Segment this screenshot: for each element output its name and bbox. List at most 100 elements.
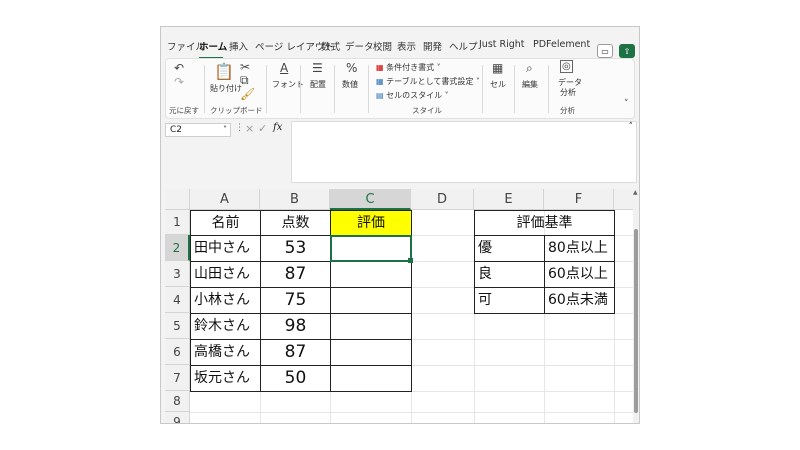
table-header-grade[interactable]: 評価 <box>330 210 412 236</box>
table-header-name[interactable]: 名前 <box>190 210 261 236</box>
tab-formulas[interactable]: 数式 <box>321 39 340 53</box>
share-icon[interactable]: ⇧ <box>619 44 635 58</box>
cell-style-label: セルのスタイル <box>386 91 443 100</box>
formula-input[interactable]: ˄ <box>291 121 637 183</box>
paste-icon[interactable]: 📋 <box>214 62 234 81</box>
confirm-icon[interactable]: ✓ <box>258 122 267 135</box>
row-header-7[interactable]: 7 <box>165 365 190 391</box>
analysis-group-label: 分析 <box>560 106 575 115</box>
data-analysis-label-2[interactable]: 分析 <box>560 87 576 98</box>
undo-icon[interactable]: ↶ <box>174 61 184 75</box>
format-painter-icon[interactable]: 🖌 <box>240 87 255 101</box>
comment-icon[interactable]: ▭ <box>597 44 613 58</box>
format-as-table-button[interactable]: ▦ テーブルとして書式設定 ˅ <box>376 76 480 87</box>
name-box[interactable]: C2 ˅ <box>165 123 231 137</box>
style-group-label: スタイル <box>412 106 442 115</box>
scrollbar-thumb[interactable] <box>634 229 638 413</box>
cell-name[interactable]: 田中さん <box>190 235 261 262</box>
percent-icon[interactable]: % <box>346 61 357 75</box>
cell-grade[interactable] <box>330 261 412 288</box>
insert-function-icon[interactable]: fx <box>273 122 282 133</box>
chevron-down-icon[interactable]: ˅ <box>223 124 227 136</box>
cell-score[interactable]: 53 <box>260 235 331 262</box>
cell-style-button[interactable]: ▤ セルのスタイル ˅ <box>376 90 449 101</box>
cell-grade[interactable] <box>330 287 412 314</box>
col-header-b[interactable]: B <box>260 189 330 210</box>
criteria-rule[interactable]: 60点以上 <box>544 261 615 288</box>
criteria-rule[interactable]: 60点未満 <box>544 287 615 314</box>
font-icon[interactable]: A <box>280 61 288 75</box>
cell-score[interactable]: 87 <box>260 339 331 366</box>
table-header-score[interactable]: 点数 <box>260 210 331 236</box>
cell-name[interactable]: 坂元さん <box>190 365 261 392</box>
paste-button[interactable]: 貼り付け <box>210 83 242 94</box>
col-header-f[interactable]: F <box>544 189 614 210</box>
cancel-icon[interactable]: × <box>245 122 254 135</box>
cell-score[interactable]: 75 <box>260 287 331 314</box>
ribbon-separator <box>548 65 549 113</box>
cell-name[interactable]: 山田さん <box>190 261 261 288</box>
ribbon-collapse-icon[interactable]: ˅ <box>624 99 629 109</box>
select-all-corner[interactable] <box>165 189 190 210</box>
ribbon-separator <box>300 65 301 113</box>
conditional-format-icon: ▦ <box>376 63 384 72</box>
row-header-6[interactable]: 6 <box>165 339 190 365</box>
criteria-grade[interactable]: 優 <box>474 235 545 262</box>
name-box-value: C2 <box>170 125 183 135</box>
vertical-scrollbar[interactable]: ▲ <box>633 189 639 423</box>
edit-button[interactable]: 編集 <box>522 79 538 90</box>
chevron-up-icon[interactable]: ˄ <box>629 122 634 132</box>
tab-data[interactable]: データ <box>345 39 374 53</box>
tab-insert[interactable]: 挿入 <box>229 39 248 53</box>
more-icon[interactable]: ⋮ <box>235 123 244 133</box>
cell-score[interactable]: 98 <box>260 313 331 340</box>
number-button[interactable]: 数値 <box>342 79 358 90</box>
cell-grade[interactable] <box>330 313 412 340</box>
cell-score[interactable]: 87 <box>260 261 331 288</box>
search-icon[interactable]: ⌕ <box>526 61 533 76</box>
col-header-a[interactable]: A <box>190 189 260 210</box>
cells-button[interactable]: セル <box>490 79 506 90</box>
cell-score[interactable]: 50 <box>260 365 331 392</box>
fill-handle[interactable] <box>408 258 413 263</box>
tab-view[interactable]: 表示 <box>397 39 416 53</box>
copy-icon[interactable]: ⧉ <box>240 73 249 88</box>
cell-name[interactable]: 鈴木さん <box>190 313 261 340</box>
criteria-grade[interactable]: 可 <box>474 287 545 314</box>
align-button[interactable]: 配置 <box>310 79 326 90</box>
redo-icon[interactable]: ↷ <box>174 75 184 89</box>
tab-help[interactable]: ヘルプ <box>449 39 478 53</box>
tab-pdfelement[interactable]: PDFelement <box>533 39 590 50</box>
conditional-format-button[interactable]: ▦ 条件付き書式 ˅ <box>376 62 441 73</box>
cell-name[interactable]: 高橋さん <box>190 339 261 366</box>
col-header-e[interactable]: E <box>474 189 544 210</box>
data-analysis-icon[interactable]: ◎ <box>560 60 573 73</box>
criteria-rule[interactable]: 80点以上 <box>544 235 615 262</box>
col-header-c[interactable]: C <box>330 189 411 210</box>
row-header-2[interactable]: 2 <box>165 235 190 261</box>
cell-grade[interactable] <box>330 365 412 392</box>
gridline <box>190 412 635 413</box>
scroll-up-icon[interactable]: ▲ <box>633 189 638 196</box>
row-header-5[interactable]: 5 <box>165 313 190 339</box>
tab-just-right[interactable]: Just Right <box>479 39 525 50</box>
formula-bar: C2 ˅ ⋮ × ✓ fx ˄ <box>165 121 637 187</box>
undo-group-label: 元に戻す <box>169 106 199 115</box>
cell-grade[interactable] <box>330 339 412 366</box>
cells-icon[interactable]: ▦ <box>492 61 503 75</box>
tab-developer[interactable]: 開発 <box>423 39 442 53</box>
row-header-8[interactable]: 8 <box>165 391 190 412</box>
criteria-title[interactable]: 評価基準 <box>474 210 615 236</box>
row-header-9[interactable]: 9 <box>165 412 190 423</box>
cell-name[interactable]: 小林さん <box>190 287 261 314</box>
row-header-3[interactable]: 3 <box>165 261 190 287</box>
spreadsheet-grid[interactable]: A B C D E F 1 2 3 4 5 6 7 8 9 名前 点数 評価 田… <box>165 189 639 423</box>
criteria-grade[interactable]: 良 <box>474 261 545 288</box>
tab-home[interactable]: ホーム <box>199 39 227 53</box>
row-header-4[interactable]: 4 <box>165 287 190 313</box>
tab-review[interactable]: 校閲 <box>373 39 392 53</box>
cut-icon[interactable]: ✂ <box>240 60 250 74</box>
col-header-d[interactable]: D <box>411 189 474 210</box>
align-icon[interactable]: ☰ <box>312 61 323 75</box>
row-header-1[interactable]: 1 <box>165 210 190 235</box>
